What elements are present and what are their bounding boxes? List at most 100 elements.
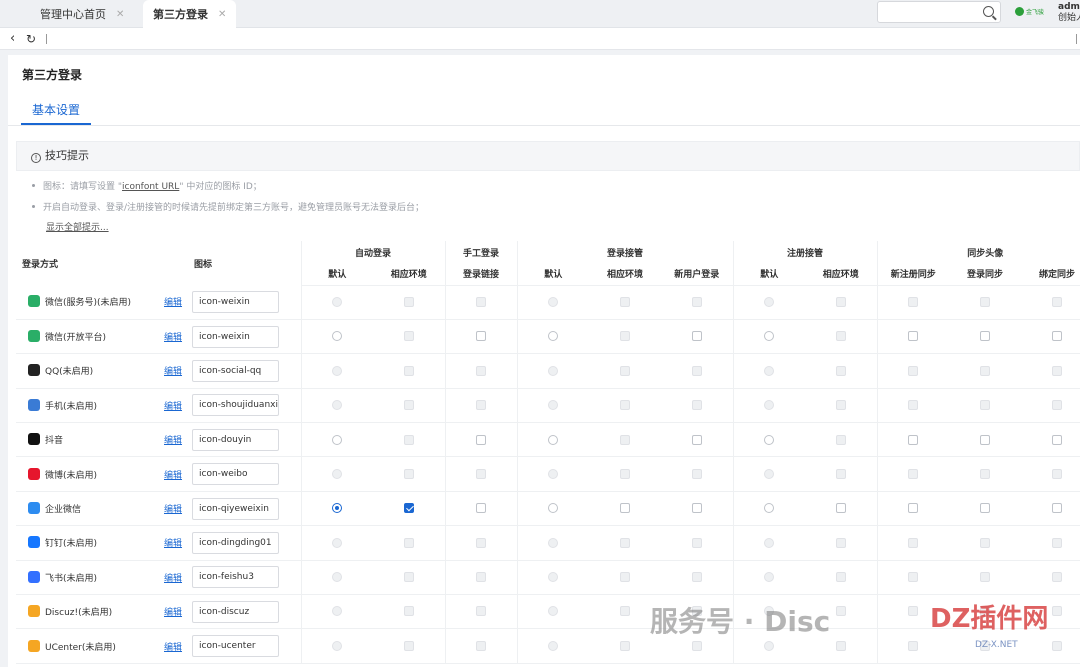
icon-id-input[interactable]	[192, 600, 279, 623]
checkbox[interactable]	[691, 434, 702, 445]
checkbox	[835, 640, 846, 651]
radio-button	[548, 640, 559, 651]
radio-button[interactable]	[332, 331, 343, 342]
checkbox	[691, 365, 702, 376]
checkbox	[1052, 365, 1063, 376]
checkbox[interactable]	[1052, 331, 1063, 342]
watermark-text: 服务号 · Disc	[650, 605, 831, 638]
checkbox	[403, 468, 414, 479]
edit-link[interactable]: 编辑	[164, 319, 192, 355]
icon-id-input[interactable]	[192, 325, 279, 348]
search-icon[interactable]	[983, 6, 994, 17]
subcol-header: 默认	[732, 263, 806, 286]
icon-id-input[interactable]	[192, 290, 279, 313]
edit-link[interactable]: 编辑	[164, 285, 192, 320]
wechat-icon	[28, 330, 40, 343]
checkbox[interactable]	[908, 434, 919, 445]
checkbox	[908, 606, 919, 617]
subcol-header: 相应环境	[805, 263, 878, 286]
edit-link[interactable]: 编辑	[164, 560, 192, 596]
icon-id-input[interactable]	[192, 394, 279, 417]
checkbox[interactable]	[1052, 434, 1063, 445]
tab-admin-home[interactable]: 管理中心首页 ✕	[30, 0, 134, 28]
tips-header[interactable]: ! 技巧提示	[16, 141, 1080, 171]
checkbox[interactable]	[476, 503, 487, 514]
edit-link[interactable]: 编辑	[164, 388, 192, 424]
checkbox[interactable]	[691, 503, 702, 514]
checkbox	[835, 331, 846, 342]
checkbox	[476, 537, 487, 548]
search-input[interactable]	[877, 1, 1001, 23]
login-methods-table: 登录方式 图标 自动登录 手工登录 登录接管 注册接管 同步头像 默认 相应环境登…	[16, 241, 1080, 664]
checkbox[interactable]	[403, 503, 414, 514]
close-icon[interactable]: ✕	[218, 9, 226, 20]
checkbox[interactable]	[980, 434, 991, 445]
tips-title: 技巧提示	[45, 149, 89, 162]
checkbox[interactable]	[691, 331, 702, 342]
table-row: Discuz!(未启用) 编辑	[16, 594, 1080, 630]
radio-button	[764, 365, 775, 376]
login-method-name: 微博(未启用)	[45, 470, 98, 481]
refresh-icon[interactable]: ↻	[26, 32, 36, 46]
edit-link[interactable]: 编辑	[164, 491, 192, 527]
back-icon[interactable]: ‹	[10, 32, 15, 46]
login-method-name: UCenter(未启用)	[45, 642, 116, 653]
checkbox	[620, 606, 631, 617]
checkbox[interactable]	[980, 331, 991, 342]
radio-button	[332, 296, 343, 307]
radio-button[interactable]	[764, 331, 775, 342]
edit-link[interactable]: 编辑	[164, 525, 192, 561]
edit-link[interactable]: 编辑	[164, 353, 192, 389]
feishu-icon	[28, 570, 40, 583]
bullet-icon	[32, 205, 35, 208]
checkbox	[691, 468, 702, 479]
radio-button[interactable]	[548, 434, 559, 445]
icon-id-input[interactable]	[192, 463, 279, 486]
user-info[interactable]: admi 创始人	[1058, 2, 1080, 24]
checkbox	[620, 640, 631, 651]
login-method-name: 钉钉(未启用)	[45, 539, 98, 550]
radio-button[interactable]	[548, 331, 559, 342]
checkbox	[835, 296, 846, 307]
icon-id-input[interactable]	[192, 635, 279, 658]
radio-button[interactable]	[548, 503, 559, 514]
discuz-icon	[28, 605, 40, 618]
show-all-tips-link[interactable]: 显示全部提示...	[46, 220, 109, 233]
checkbox[interactable]	[620, 503, 631, 514]
checkbox[interactable]	[980, 503, 991, 514]
checkbox[interactable]	[476, 434, 487, 445]
tab-bar: 管理中心首页 ✕ 第三方登录 ✕ 金飞骏 admi 创始人	[0, 0, 1080, 28]
checkbox	[403, 640, 414, 651]
radio-button	[764, 537, 775, 548]
iconfont-url-link[interactable]: iconfont URL	[122, 182, 179, 192]
subcol-header: 相应环境	[373, 263, 446, 286]
icon-id-input[interactable]	[192, 531, 279, 554]
icon-id-input[interactable]	[192, 497, 279, 520]
icon-id-input[interactable]	[192, 359, 279, 382]
checkbox[interactable]	[908, 503, 919, 514]
checkbox[interactable]	[835, 503, 846, 514]
checkbox[interactable]	[476, 331, 487, 342]
edit-link[interactable]: 编辑	[164, 456, 192, 492]
edit-link[interactable]: 编辑	[164, 422, 192, 458]
tab-basic-settings[interactable]: 基本设置	[21, 99, 91, 125]
radio-button	[548, 365, 559, 376]
radio-button[interactable]	[764, 503, 775, 514]
edit-link[interactable]: 编辑	[164, 594, 192, 630]
radio-button[interactable]	[332, 503, 343, 514]
checkbox	[908, 640, 919, 651]
radio-button[interactable]	[332, 434, 343, 445]
edit-link[interactable]: 编辑	[164, 628, 192, 664]
radio-button[interactable]	[764, 434, 775, 445]
close-icon[interactable]: ✕	[116, 9, 124, 20]
icon-id-input[interactable]	[192, 428, 279, 451]
checkbox	[403, 365, 414, 376]
checkbox	[980, 296, 991, 307]
icon-id-input[interactable]	[192, 566, 279, 589]
radio-button	[548, 468, 559, 479]
checkbox[interactable]	[908, 331, 919, 342]
checkbox	[620, 365, 631, 376]
checkbox[interactable]	[1052, 503, 1063, 514]
tab-third-party-login[interactable]: 第三方登录 ✕	[143, 0, 237, 28]
checkbox	[403, 606, 414, 617]
